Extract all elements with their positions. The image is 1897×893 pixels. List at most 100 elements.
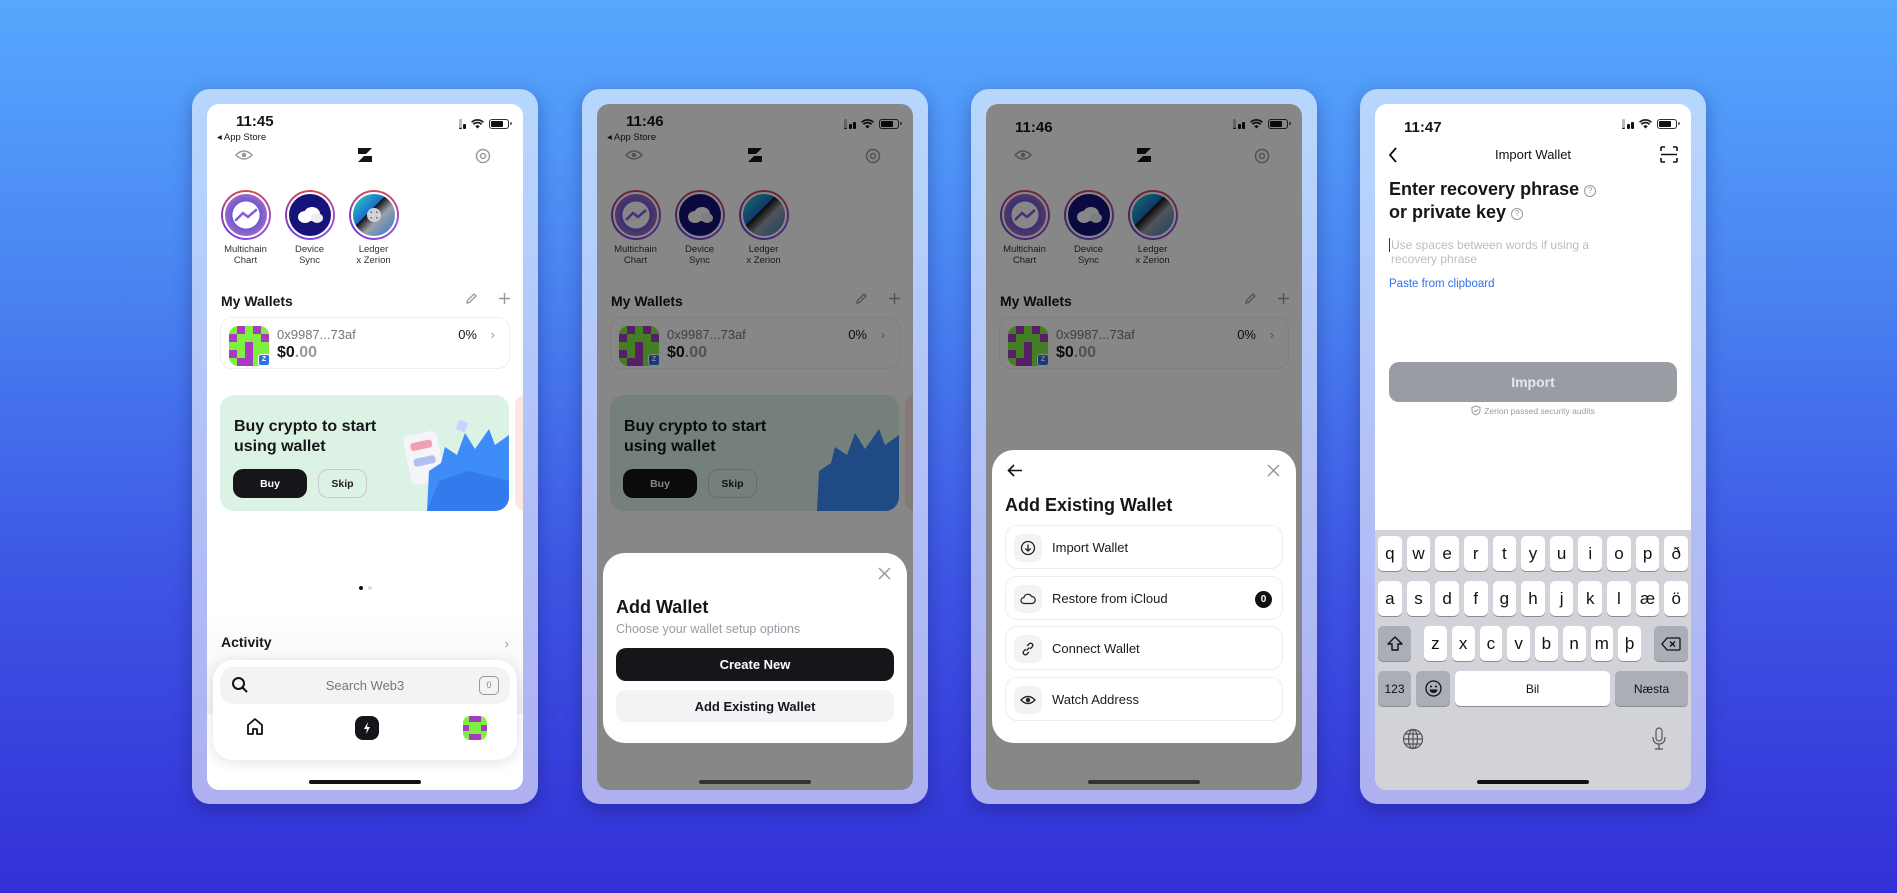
- bolt-icon[interactable]: [355, 716, 379, 740]
- buy-button[interactable]: Buy: [233, 469, 307, 498]
- phone-frame-add-wallet: 11:46 ◂ App Store Multichain Chart Device…: [582, 89, 928, 804]
- browser-tabs-count[interactable]: 0: [479, 676, 499, 695]
- emoji-icon: [1424, 680, 1442, 697]
- activity-row[interactable]: Activity ›: [207, 634, 523, 658]
- cloud-icon: [1020, 593, 1036, 605]
- back-arrow-icon[interactable]: [1007, 464, 1023, 477]
- key[interactable]: x: [1451, 626, 1475, 661]
- key[interactable]: d: [1435, 581, 1459, 616]
- promo-illustration: [403, 420, 509, 511]
- recovery-phrase-input[interactable]: Use spaces between words if using a reco…: [1389, 238, 1619, 266]
- create-new-button[interactable]: Create New: [616, 648, 894, 681]
- help-icon[interactable]: ?: [1584, 185, 1597, 197]
- status-time: 11:45: [236, 113, 274, 130]
- promo-card: Buy crypto to start using wallet Buy Ski…: [220, 395, 509, 511]
- option-import-wallet[interactable]: Import Wallet: [1005, 525, 1283, 569]
- chart-icon: [234, 208, 257, 222]
- key[interactable]: v: [1507, 626, 1530, 661]
- keyboard: qwertyuiopð asdfghjklæö zxcvbnmþ 123 Bil…: [1375, 530, 1691, 790]
- key[interactable]: w: [1406, 536, 1431, 571]
- globe-icon[interactable]: [1402, 728, 1424, 750]
- key[interactable]: z: [1424, 626, 1447, 661]
- key[interactable]: r: [1463, 536, 1488, 571]
- wallet-balance: $0.00: [277, 344, 318, 361]
- scan-qr-icon[interactable]: [1660, 146, 1678, 163]
- close-icon[interactable]: [878, 567, 891, 580]
- backup-count-badge: 0: [1255, 591, 1272, 608]
- option-connect-wallet[interactable]: Connect Wallet: [1005, 626, 1283, 670]
- paste-from-clipboard-link[interactable]: Paste from clipboard: [1389, 278, 1494, 290]
- status-bar: 11:45 ◂ App Store: [207, 104, 523, 144]
- home-indicator: [1477, 780, 1589, 784]
- status-bar: 11:47: [1375, 104, 1691, 144]
- key[interactable]: ð: [1664, 536, 1689, 571]
- shift-icon: [1386, 636, 1403, 651]
- sheet-title: Add Wallet: [616, 597, 709, 617]
- key[interactable]: h: [1521, 581, 1545, 616]
- key[interactable]: b: [1535, 626, 1558, 661]
- next-key[interactable]: Næsta: [1615, 671, 1688, 706]
- shift-key[interactable]: [1378, 626, 1411, 661]
- key[interactable]: e: [1435, 536, 1459, 571]
- home-icon[interactable]: [245, 716, 265, 736]
- my-wallets-title: My Wallets: [221, 293, 293, 309]
- key[interactable]: æ: [1635, 581, 1660, 616]
- numbers-key[interactable]: 123: [1378, 671, 1411, 706]
- emoji-key[interactable]: [1416, 671, 1450, 706]
- add-existing-wallet-button[interactable]: Add Existing Wallet: [616, 690, 894, 722]
- key[interactable]: i: [1578, 536, 1603, 571]
- system-icons: [458, 119, 512, 129]
- search-web3-input[interactable]: Search Web3 0: [220, 667, 510, 704]
- shield-check-icon: [1471, 405, 1481, 416]
- download-circle-icon: [1020, 540, 1036, 556]
- close-icon[interactable]: [1267, 464, 1280, 477]
- story-device-sync[interactable]: Device Sync: [281, 190, 338, 266]
- back-to-app-link[interactable]: ◂ App Store: [217, 132, 266, 143]
- key[interactable]: ö: [1664, 581, 1689, 616]
- key[interactable]: þ: [1618, 626, 1641, 661]
- option-watch-address[interactable]: Watch Address: [1005, 677, 1283, 721]
- add-wallet-plus-icon[interactable]: [498, 292, 511, 305]
- key[interactable]: j: [1549, 581, 1574, 616]
- key[interactable]: o: [1607, 536, 1631, 571]
- key[interactable]: q: [1378, 536, 1402, 571]
- battery-icon: [1657, 119, 1680, 129]
- backspace-key[interactable]: [1654, 626, 1688, 661]
- space-key[interactable]: Bil: [1455, 671, 1610, 706]
- key[interactable]: c: [1479, 626, 1503, 661]
- skip-button[interactable]: Skip: [318, 469, 367, 498]
- chevron-right-icon: ›: [490, 327, 495, 342]
- help-icon[interactable]: ?: [1511, 208, 1524, 220]
- key[interactable]: f: [1463, 581, 1488, 616]
- key[interactable]: a: [1378, 581, 1402, 616]
- import-button[interactable]: Import: [1389, 362, 1677, 402]
- key[interactable]: t: [1492, 536, 1517, 571]
- home-indicator: [1088, 780, 1200, 784]
- microphone-icon[interactable]: [1652, 727, 1666, 751]
- eye-icon: [1020, 695, 1036, 705]
- at-sign-icon[interactable]: [475, 148, 491, 164]
- key[interactable]: s: [1406, 581, 1431, 616]
- key[interactable]: u: [1549, 536, 1574, 571]
- edit-pencil-icon[interactable]: [465, 292, 478, 305]
- key[interactable]: g: [1492, 581, 1517, 616]
- eye-icon[interactable]: [235, 148, 253, 162]
- key[interactable]: y: [1521, 536, 1545, 571]
- key[interactable]: k: [1578, 581, 1603, 616]
- key[interactable]: n: [1562, 626, 1586, 661]
- next-promo-card[interactable]: [515, 395, 523, 511]
- key[interactable]: p: [1635, 536, 1660, 571]
- wallet-card[interactable]: Z 0x9987...73af $0.00 0% ›: [220, 317, 510, 369]
- phone-frame-import-wallet: 11:47 Import Wallet Enter recovery phras…: [1360, 89, 1706, 804]
- stories-row: Multichain Chart Device Sync Ledger x Ze…: [217, 190, 402, 266]
- key[interactable]: l: [1607, 581, 1631, 616]
- wallet-address: 0x9987...73af: [277, 327, 356, 342]
- ledger-icon: [366, 208, 381, 222]
- profile-avatar-tab[interactable]: [463, 716, 487, 740]
- option-restore-icloud[interactable]: Restore from iCloud 0: [1005, 576, 1283, 620]
- top-nav: [207, 144, 523, 174]
- zerion-logo-icon[interactable]: [357, 148, 373, 162]
- key[interactable]: m: [1590, 626, 1614, 661]
- story-ledger-zerion[interactable]: Ledger x Zerion: [345, 190, 402, 266]
- story-multichain-chart[interactable]: Multichain Chart: [217, 190, 274, 266]
